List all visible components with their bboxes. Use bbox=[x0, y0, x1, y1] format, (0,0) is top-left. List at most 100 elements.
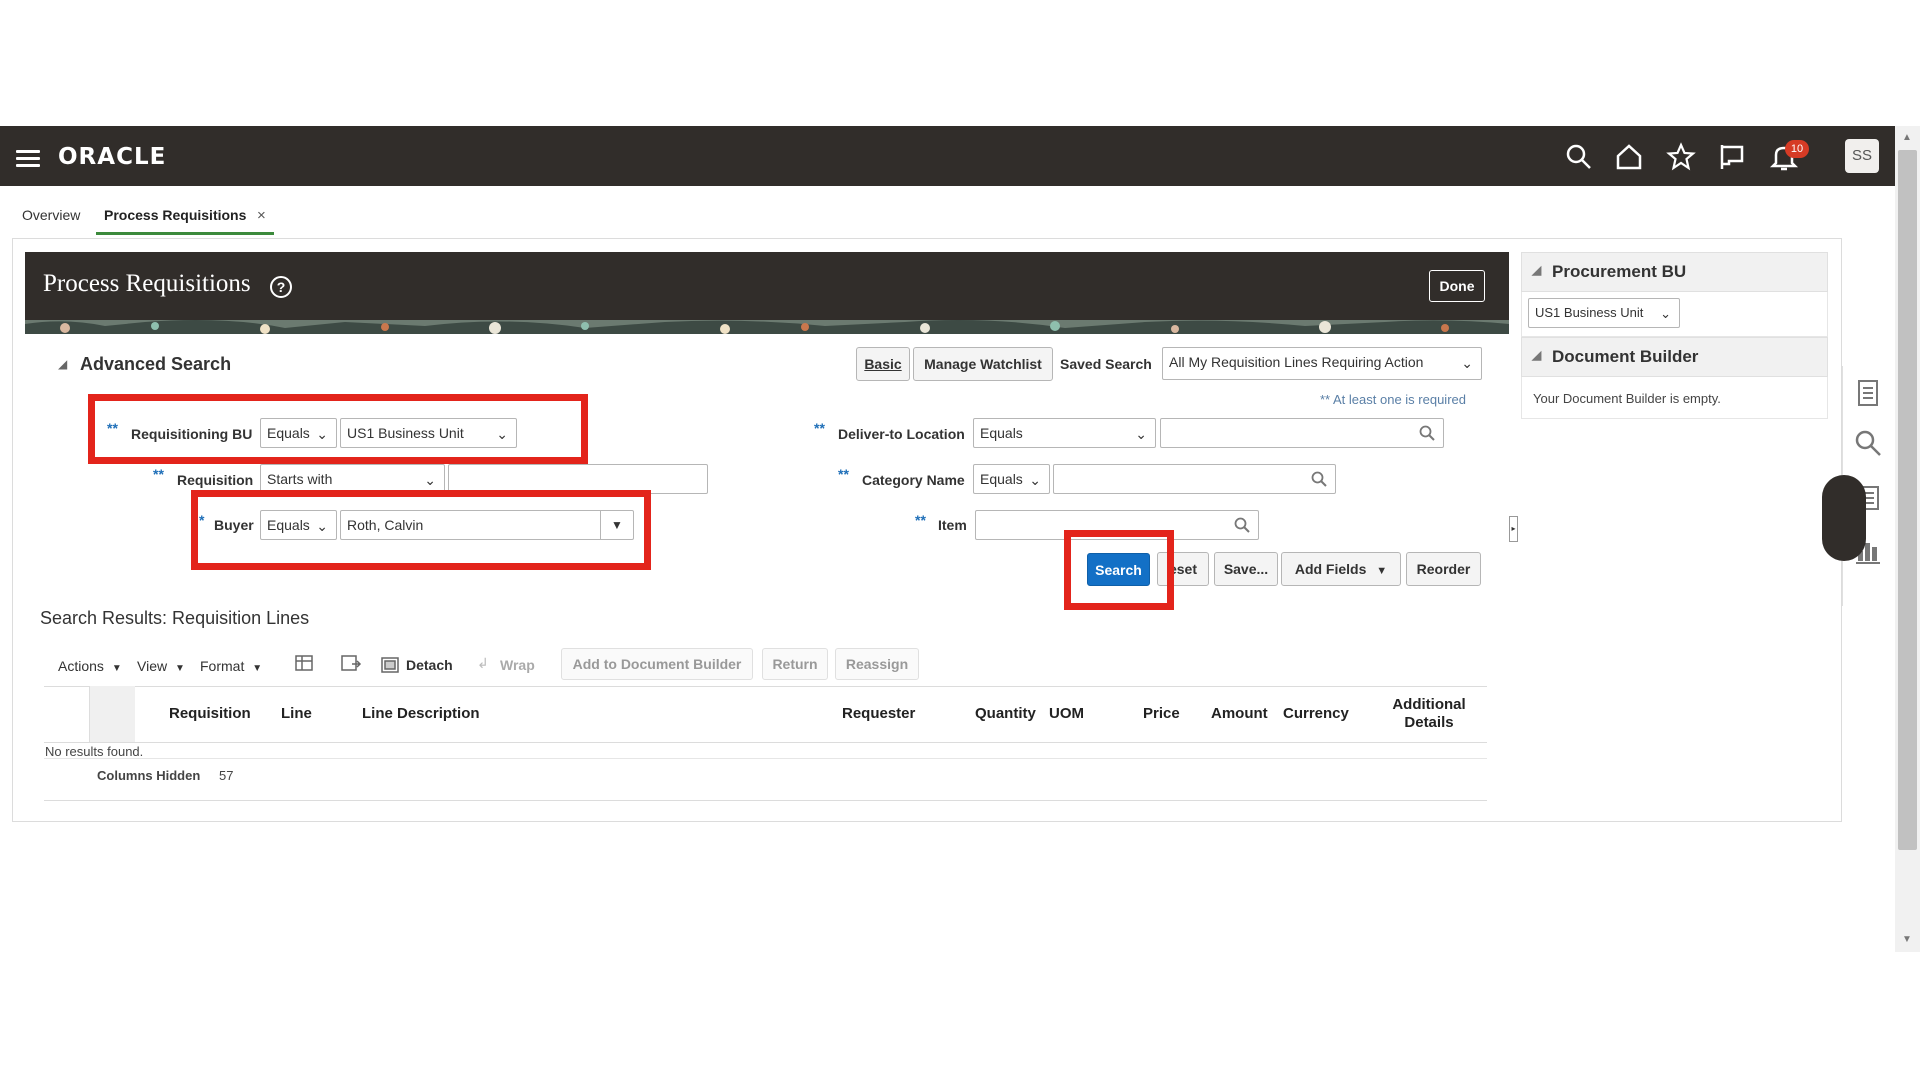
search-icon[interactable] bbox=[1234, 517, 1250, 533]
search-icon[interactable] bbox=[1853, 428, 1883, 458]
reassign-button[interactable]: Reassign bbox=[835, 648, 919, 680]
additional-label: Additional bbox=[1392, 696, 1466, 713]
table-row-border bbox=[44, 758, 1487, 759]
close-tab-icon[interactable]: × bbox=[257, 207, 266, 224]
freeze-columns-icon[interactable] bbox=[294, 654, 314, 674]
scrollbar-thumb[interactable] bbox=[1898, 150, 1917, 850]
done-button[interactable]: Done bbox=[1429, 270, 1485, 302]
category-name-operator[interactable]: Equals ⌄ bbox=[973, 464, 1050, 494]
category-name-input[interactable] bbox=[1053, 464, 1336, 494]
user-avatar[interactable]: SS bbox=[1845, 139, 1879, 173]
column-header-requester[interactable]: Requester bbox=[842, 705, 915, 722]
procurement-bu-select[interactable]: US1 Business Unit ⌄ bbox=[1528, 298, 1680, 328]
search-icon[interactable] bbox=[1564, 142, 1594, 172]
manage-watchlist-button[interactable]: Manage Watchlist bbox=[913, 347, 1053, 381]
columns-hidden-label: Columns Hidden bbox=[97, 768, 201, 783]
format-menu[interactable]: Format ▼ bbox=[200, 658, 262, 674]
item-label: Item bbox=[938, 517, 967, 533]
chevron-down-icon: ⌄ bbox=[1660, 306, 1671, 321]
required-marker: ** bbox=[838, 466, 849, 482]
scroll-up-icon[interactable]: ▲ bbox=[1900, 132, 1914, 143]
buyer-operator[interactable]: Equals ⌄ bbox=[260, 510, 337, 540]
procurement-bu-header[interactable]: ◢ Procurement BU bbox=[1521, 252, 1828, 292]
column-header-requisition[interactable]: Requisition bbox=[169, 705, 251, 722]
save-button[interactable]: Save... bbox=[1214, 552, 1278, 586]
column-header-price[interactable]: Price bbox=[1143, 705, 1180, 722]
actions-menu[interactable]: Actions ▼ bbox=[58, 658, 122, 674]
caret-down-icon: ▼ bbox=[174, 663, 185, 674]
expand-panel-icon[interactable]: ▸ bbox=[1509, 516, 1518, 542]
collapse-triangle-icon[interactable]: ◢ bbox=[58, 357, 67, 371]
columns-hidden-count: 57 bbox=[219, 768, 234, 783]
deliver-to-location-label: Deliver-to Location bbox=[838, 426, 965, 442]
flag-icon[interactable] bbox=[1717, 142, 1747, 172]
column-header-quantity[interactable]: Quantity bbox=[975, 705, 1036, 722]
advanced-search-title: Advanced Search bbox=[80, 354, 232, 374]
reorder-button[interactable]: Reorder bbox=[1406, 552, 1481, 586]
scroll-down-icon[interactable]: ▼ bbox=[1900, 934, 1914, 945]
chevron-down-icon: ⌄ bbox=[316, 518, 328, 534]
help-icon[interactable]: ? bbox=[270, 276, 292, 298]
requisition-label: Requisition bbox=[177, 472, 254, 488]
column-header-line-description[interactable]: Line Description bbox=[362, 705, 480, 722]
basic-button[interactable]: Basic bbox=[856, 347, 910, 381]
document-builder-empty-text: Your Document Builder is empty. bbox=[1533, 391, 1721, 406]
export-icon[interactable] bbox=[340, 654, 362, 674]
deliver-to-location-input[interactable] bbox=[1160, 418, 1444, 448]
requisitioning-bu-operator[interactable]: Equals ⌄ bbox=[260, 418, 337, 448]
column-header-amount[interactable]: Amount bbox=[1211, 705, 1268, 722]
operator-value: Equals bbox=[267, 425, 310, 441]
saved-search-select[interactable]: All My Requisition Lines Requiring Actio… bbox=[1162, 347, 1482, 380]
return-button[interactable]: Return bbox=[762, 648, 828, 680]
column-header-line[interactable]: Line bbox=[281, 705, 312, 722]
view-label: View bbox=[137, 658, 168, 674]
chevron-down-icon: ⌄ bbox=[1461, 355, 1473, 371]
row-selector-header bbox=[89, 686, 135, 742]
required-marker: ** bbox=[153, 466, 164, 482]
column-header-additional-details[interactable]: Additional Details bbox=[1384, 696, 1474, 732]
buyer-dropdown-icon[interactable]: ▼ bbox=[600, 511, 633, 539]
no-results-text: No results found. bbox=[45, 744, 144, 759]
column-header-currency[interactable]: Currency bbox=[1283, 705, 1349, 722]
search-icon[interactable] bbox=[1311, 471, 1327, 487]
chevron-down-icon: ⌄ bbox=[1029, 472, 1041, 488]
add-to-document-builder-button[interactable]: Add to Document Builder bbox=[561, 648, 753, 680]
wrap-icon: ↲ bbox=[477, 655, 489, 671]
favorites-star-icon[interactable] bbox=[1666, 142, 1696, 172]
search-button[interactable]: Search bbox=[1087, 553, 1150, 586]
procurement-bu-value: US1 Business Unit bbox=[1535, 305, 1644, 320]
chevron-down-icon: ⌄ bbox=[316, 426, 328, 442]
view-menu[interactable]: View ▼ bbox=[137, 658, 185, 674]
column-header-uom[interactable]: UOM bbox=[1049, 705, 1084, 722]
search-results-title: Search Results: Requisition Lines bbox=[40, 608, 310, 628]
category-name-label: Category Name bbox=[862, 472, 965, 488]
tab-overview[interactable]: Overview bbox=[22, 207, 80, 223]
buyer-input[interactable]: Roth, Calvin bbox=[340, 510, 634, 540]
collapse-triangle-icon: ◢ bbox=[1532, 348, 1542, 362]
chevron-down-icon: ⌄ bbox=[424, 472, 436, 488]
table-bottom-border bbox=[44, 800, 1487, 801]
search-icon[interactable] bbox=[1419, 425, 1435, 441]
document-builder-title: Document Builder bbox=[1552, 347, 1699, 366]
deliver-to-location-operator[interactable]: Equals ⌄ bbox=[973, 418, 1156, 448]
document-icon[interactable] bbox=[1853, 378, 1883, 408]
operator-value: Equals bbox=[980, 425, 1023, 441]
caret-down-icon: ▼ bbox=[1376, 565, 1388, 577]
operator-value: Equals bbox=[980, 471, 1023, 487]
oracle-logo: ORACLE bbox=[58, 144, 167, 170]
caret-down-icon: ▼ bbox=[111, 663, 122, 674]
home-icon[interactable] bbox=[1614, 142, 1644, 172]
required-marker: ** bbox=[915, 512, 926, 528]
add-fields-button[interactable]: Add Fields ▼ bbox=[1281, 552, 1401, 586]
notification-count-badge: 10 bbox=[1785, 140, 1809, 158]
hamburger-menu-icon[interactable] bbox=[16, 150, 40, 168]
detach-icon[interactable] bbox=[380, 654, 400, 674]
side-panel-toggle-handle[interactable] bbox=[1822, 475, 1866, 561]
requisitioning-bu-select[interactable]: US1 Business Unit ⌄ bbox=[340, 418, 517, 448]
document-builder-header[interactable]: ◢ Document Builder bbox=[1521, 337, 1828, 377]
tab-process-requisitions[interactable]: Process Requisitions bbox=[104, 207, 246, 223]
required-marker: ** bbox=[107, 420, 118, 436]
detach-button[interactable]: Detach bbox=[406, 657, 453, 673]
table-top-border bbox=[44, 686, 1487, 687]
requisitioning-bu-label: Requisitioning BU bbox=[131, 426, 253, 442]
